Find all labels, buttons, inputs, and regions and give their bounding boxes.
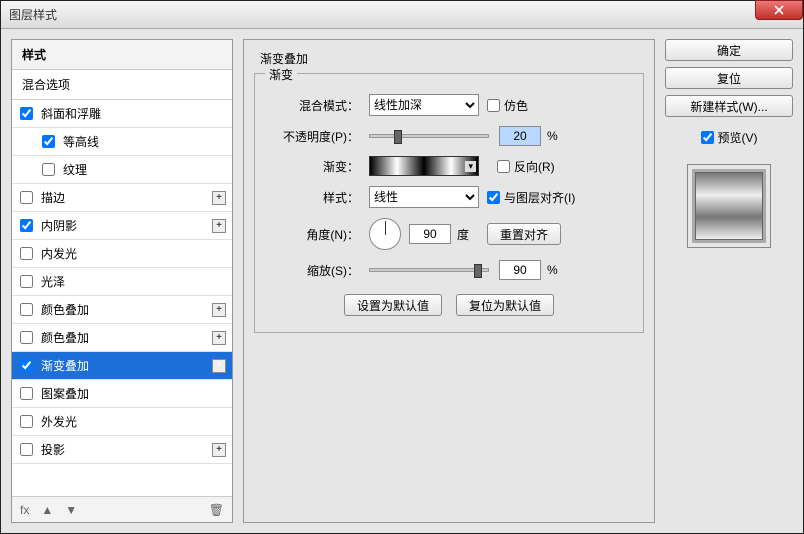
layer-style-dialog: 图层样式 样式 混合选项 斜面和浮雕等高线纹理描边 + 内阴影 + 内发光光泽颜色叠加 +…	[0, 0, 804, 534]
add-effect-icon[interactable]: +	[212, 443, 226, 457]
style-select[interactable]: 线性	[369, 186, 479, 208]
style-item-label: 图案叠加	[41, 385, 89, 402]
fx-icon[interactable]: fx	[20, 503, 29, 517]
scale-input[interactable]	[499, 260, 541, 280]
style-item-label: 内发光	[41, 245, 77, 262]
angle-input[interactable]	[409, 224, 451, 244]
scale-unit: %	[547, 263, 558, 277]
opacity-label: 不透明度(P)：	[269, 128, 359, 145]
close-button[interactable]	[755, 0, 803, 20]
reset-default-button[interactable]: 复位为默认值	[456, 294, 554, 316]
style-item-checkbox[interactable]	[20, 387, 33, 400]
styles-panel: 样式 混合选项 斜面和浮雕等高线纹理描边 + 内阴影 + 内发光光泽颜色叠加 + 颜色叠加 +…	[11, 39, 233, 523]
style-list: 斜面和浮雕等高线纹理描边 + 内阴影 + 内发光光泽颜色叠加 + 颜色叠加 + 渐变叠加 + 图案叠…	[12, 100, 232, 496]
angle-dial[interactable]	[369, 218, 401, 250]
align-checkbox[interactable]: 与图层对齐(I)	[487, 189, 575, 206]
cancel-button[interactable]: 复位	[665, 67, 793, 89]
style-item[interactable]: 图案叠加	[12, 380, 232, 408]
style-item[interactable]: 内发光	[12, 240, 232, 268]
preview-box	[687, 164, 771, 248]
preview-checkbox[interactable]: 预览(V)	[665, 129, 793, 146]
style-item[interactable]: 内阴影 +	[12, 212, 232, 240]
style-item[interactable]: 等高线	[12, 128, 232, 156]
new-style-button[interactable]: 新建样式(W)...	[665, 95, 793, 117]
gradient-swatch[interactable]: ▾	[369, 156, 479, 176]
style-item-label: 光泽	[41, 273, 65, 290]
style-item-label: 投影	[41, 441, 65, 458]
close-icon	[774, 5, 784, 15]
opacity-slider[interactable]	[369, 134, 489, 138]
style-item-label: 颜色叠加	[41, 301, 89, 318]
blend-mode-select[interactable]: 线性加深	[369, 94, 479, 116]
style-item-checkbox[interactable]	[20, 191, 33, 204]
angle-unit: 度	[457, 226, 469, 243]
ok-button[interactable]: 确定	[665, 39, 793, 61]
gradient-label: 渐变：	[269, 158, 359, 175]
opacity-input[interactable]	[499, 126, 541, 146]
set-default-button[interactable]: 设置为默认值	[344, 294, 442, 316]
scale-label: 缩放(S)：	[269, 262, 359, 279]
style-item-checkbox[interactable]	[42, 163, 55, 176]
trash-icon[interactable]: 🗑	[209, 503, 224, 517]
chevron-down-icon[interactable]: ▾	[464, 161, 476, 172]
scale-slider[interactable]	[369, 268, 489, 272]
style-item-checkbox[interactable]	[20, 443, 33, 456]
outer-group-title: 渐变叠加	[260, 50, 644, 67]
actions-panel: 确定 复位 新建样式(W)... 预览(V)	[665, 39, 793, 523]
group-title: 渐变	[265, 66, 297, 83]
move-up-icon[interactable]: ▲	[41, 503, 53, 517]
style-item[interactable]: 斜面和浮雕	[12, 100, 232, 128]
style-item[interactable]: 颜色叠加 +	[12, 296, 232, 324]
style-item-checkbox[interactable]	[20, 331, 33, 344]
dither-checkbox[interactable]: 仿色	[487, 97, 528, 114]
style-item-label: 外发光	[41, 413, 77, 430]
add-effect-icon[interactable]: +	[212, 303, 226, 317]
style-label: 样式：	[269, 189, 359, 206]
add-effect-icon[interactable]: +	[212, 191, 226, 205]
opacity-unit: %	[547, 129, 558, 143]
style-item-label: 等高线	[63, 133, 99, 150]
style-item[interactable]: 描边 +	[12, 184, 232, 212]
style-item[interactable]: 纹理	[12, 156, 232, 184]
styles-footer: fx ▲ ▼ 🗑	[12, 496, 232, 522]
style-item-checkbox[interactable]	[20, 303, 33, 316]
style-item[interactable]: 颜色叠加 +	[12, 324, 232, 352]
style-item[interactable]: 投影 +	[12, 436, 232, 464]
reset-align-button[interactable]: 重置对齐	[487, 223, 561, 245]
window-title: 图层样式	[9, 6, 57, 23]
style-item-checkbox[interactable]	[20, 359, 33, 372]
style-item-label: 纹理	[63, 161, 87, 178]
reverse-checkbox[interactable]: 反向(R)	[497, 158, 555, 175]
style-item-checkbox[interactable]	[20, 415, 33, 428]
style-item-checkbox[interactable]	[20, 219, 33, 232]
gradient-group: 渐变 混合模式： 线性加深 仿色 不透明度(P)： % 渐变： ▾ 反向(R)	[254, 73, 644, 333]
style-item-checkbox[interactable]	[20, 247, 33, 260]
add-effect-icon[interactable]: +	[212, 359, 226, 373]
style-item[interactable]: 外发光	[12, 408, 232, 436]
styles-header[interactable]: 样式	[12, 40, 232, 70]
add-effect-icon[interactable]: +	[212, 331, 226, 345]
blend-options-header[interactable]: 混合选项	[12, 70, 232, 100]
style-item-label: 描边	[41, 189, 65, 206]
add-effect-icon[interactable]: +	[212, 219, 226, 233]
blend-mode-label: 混合模式：	[269, 97, 359, 114]
style-item-label: 渐变叠加	[41, 357, 89, 374]
style-item-label: 内阴影	[41, 217, 77, 234]
preview-thumbnail	[695, 172, 763, 240]
options-panel: 渐变叠加 渐变 混合模式： 线性加深 仿色 不透明度(P)： % 渐变： ▾	[243, 39, 655, 523]
angle-label: 角度(N)：	[269, 226, 359, 243]
style-item-label: 斜面和浮雕	[41, 105, 101, 122]
move-down-icon[interactable]: ▼	[65, 503, 77, 517]
style-item-label: 颜色叠加	[41, 329, 89, 346]
titlebar[interactable]: 图层样式	[1, 1, 803, 29]
style-item-checkbox[interactable]	[20, 275, 33, 288]
style-item-checkbox[interactable]	[20, 107, 33, 120]
style-item[interactable]: 渐变叠加 +	[12, 352, 232, 380]
style-item-checkbox[interactable]	[42, 135, 55, 148]
style-item[interactable]: 光泽	[12, 268, 232, 296]
